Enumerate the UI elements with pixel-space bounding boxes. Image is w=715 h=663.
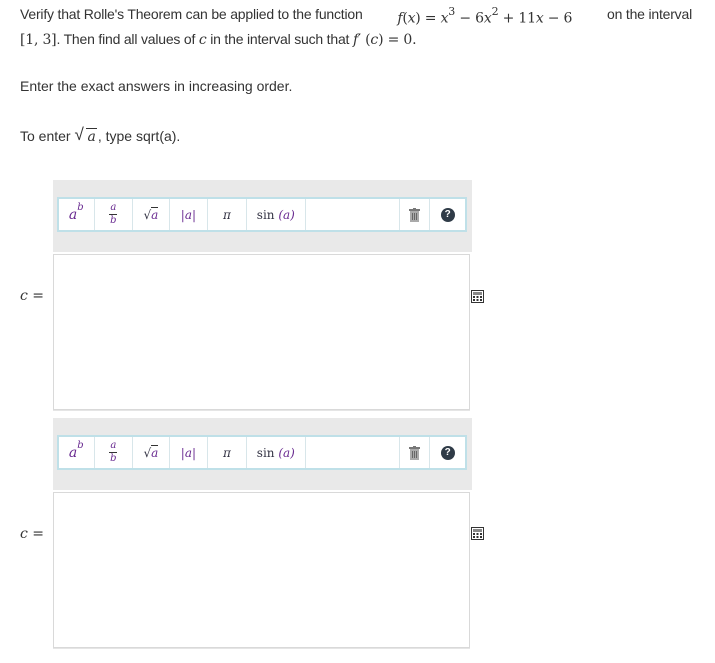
- keypad-icon[interactable]: [471, 527, 484, 540]
- problem-text-2: on the interval: [607, 6, 692, 22]
- problem-line-1: Verify that Rolle's Theorem can be appli…: [20, 4, 692, 29]
- problem-text-1: Verify that Rolle's Theorem can be appli…: [20, 6, 363, 22]
- trash-button[interactable]: [400, 199, 431, 230]
- hint-prefix: To enter: [20, 128, 71, 144]
- problem-line-2: [1, 3]. Then find all values of c in the…: [20, 29, 692, 50]
- answer-input-2[interactable]: [53, 492, 470, 648]
- math-toolbar: ab ab √ a |a| π sin (a) ?: [57, 197, 467, 232]
- sin-button[interactable]: sin (a): [247, 437, 306, 468]
- condition-expression: f′ (c) = 0.: [352, 31, 417, 48]
- fraction-button[interactable]: ab: [95, 437, 134, 468]
- help-button[interactable]: ?: [430, 437, 465, 468]
- math-toolbar: ab ab √ a |a| π sin (a) ?: [57, 435, 467, 470]
- toolbar-spacer: [306, 199, 400, 230]
- sqrt-hint: To enter √ a, type sqrt(a).: [20, 125, 181, 145]
- help-icon: ?: [440, 207, 455, 222]
- answer-label-1: c =: [20, 288, 45, 304]
- math-toolbar-container: ab ab √ a |a| π sin (a) ?: [53, 418, 472, 490]
- trash-icon: [409, 445, 421, 460]
- power-button[interactable]: ab: [59, 437, 95, 468]
- problem-text-3: . Then find all values of: [56, 30, 196, 47]
- sqrt-example: √ a: [74, 125, 97, 145]
- answer-label-2: c =: [20, 526, 45, 542]
- trash-icon: [409, 207, 421, 222]
- problem-text-4: in the interval such that: [210, 30, 350, 47]
- hint-suffix: , type sqrt(a).: [97, 128, 181, 144]
- keypad-icon[interactable]: [471, 290, 484, 303]
- abs-button[interactable]: |a|: [170, 199, 209, 230]
- help-button[interactable]: ?: [430, 199, 465, 230]
- fraction-button[interactable]: ab: [95, 199, 134, 230]
- problem-statement: Verify that Rolle's Theorem can be appli…: [20, 4, 692, 50]
- sqrt-button[interactable]: √ a: [133, 199, 170, 230]
- help-icon: ?: [440, 445, 455, 460]
- math-toolbar-container: ab ab √ a |a| π sin (a) ?: [53, 180, 472, 252]
- power-button[interactable]: ab: [59, 199, 95, 230]
- answer-input-1[interactable]: [53, 254, 470, 410]
- trash-button[interactable]: [400, 437, 431, 468]
- variable-c: c: [198, 31, 207, 48]
- abs-button[interactable]: |a|: [170, 437, 209, 468]
- function-expression: f(x) = x3 − 6x2 + 11x − 6: [397, 5, 573, 27]
- pi-button[interactable]: π: [208, 437, 247, 468]
- instruction-text: Enter the exact answers in increasing or…: [20, 78, 293, 94]
- pi-button[interactable]: π: [208, 199, 247, 230]
- interval-expression: [1, 3]: [20, 31, 57, 48]
- sqrt-button[interactable]: √ a: [133, 437, 170, 468]
- sin-button[interactable]: sin (a): [247, 199, 306, 230]
- toolbar-spacer: [306, 437, 400, 468]
